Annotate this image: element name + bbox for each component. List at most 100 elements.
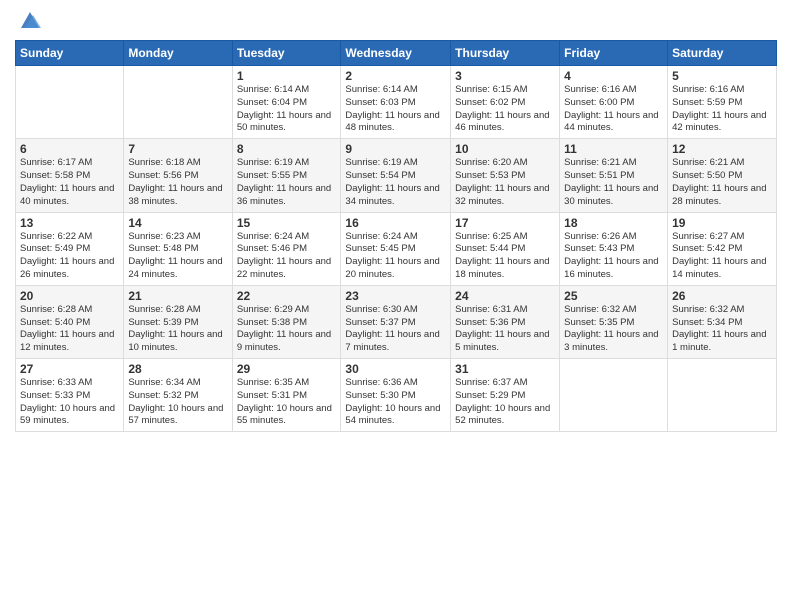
calendar-cell: 19Sunrise: 6:27 AMSunset: 5:42 PMDayligh… xyxy=(668,212,777,285)
day-number: 26 xyxy=(672,289,772,303)
weekday-header-monday: Monday xyxy=(124,41,232,66)
day-number: 14 xyxy=(128,216,227,230)
day-number: 20 xyxy=(20,289,119,303)
day-info: Sunrise: 6:24 AMSunset: 5:45 PMDaylight:… xyxy=(345,231,446,282)
calendar-cell: 28Sunrise: 6:34 AMSunset: 5:32 PMDayligh… xyxy=(124,359,232,432)
calendar-cell: 4Sunrise: 6:16 AMSunset: 6:00 PMDaylight… xyxy=(560,66,668,139)
day-info: Sunrise: 6:24 AMSunset: 5:46 PMDaylight:… xyxy=(237,231,337,282)
day-info: Sunrise: 6:20 AMSunset: 5:53 PMDaylight:… xyxy=(455,157,555,208)
calendar-week-row: 1Sunrise: 6:14 AMSunset: 6:04 PMDaylight… xyxy=(16,66,777,139)
day-number: 25 xyxy=(564,289,663,303)
day-number: 8 xyxy=(237,142,337,156)
calendar-cell: 9Sunrise: 6:19 AMSunset: 5:54 PMDaylight… xyxy=(341,139,451,212)
weekday-header-thursday: Thursday xyxy=(451,41,560,66)
day-number: 11 xyxy=(564,142,663,156)
logo-icon xyxy=(19,10,41,32)
calendar-table: SundayMondayTuesdayWednesdayThursdayFrid… xyxy=(15,40,777,432)
page-container: SundayMondayTuesdayWednesdayThursdayFrid… xyxy=(0,0,792,612)
calendar-cell: 29Sunrise: 6:35 AMSunset: 5:31 PMDayligh… xyxy=(232,359,341,432)
calendar-cell: 11Sunrise: 6:21 AMSunset: 5:51 PMDayligh… xyxy=(560,139,668,212)
day-number: 6 xyxy=(20,142,119,156)
day-number: 5 xyxy=(672,69,772,83)
calendar-cell: 3Sunrise: 6:15 AMSunset: 6:02 PMDaylight… xyxy=(451,66,560,139)
calendar-cell: 6Sunrise: 6:17 AMSunset: 5:58 PMDaylight… xyxy=(16,139,124,212)
calendar-cell xyxy=(560,359,668,432)
calendar-cell xyxy=(668,359,777,432)
day-number: 12 xyxy=(672,142,772,156)
calendar-cell: 13Sunrise: 6:22 AMSunset: 5:49 PMDayligh… xyxy=(16,212,124,285)
calendar-cell: 23Sunrise: 6:30 AMSunset: 5:37 PMDayligh… xyxy=(341,285,451,358)
day-number: 3 xyxy=(455,69,555,83)
calendar-week-row: 20Sunrise: 6:28 AMSunset: 5:40 PMDayligh… xyxy=(16,285,777,358)
calendar-cell: 21Sunrise: 6:28 AMSunset: 5:39 PMDayligh… xyxy=(124,285,232,358)
weekday-header-friday: Friday xyxy=(560,41,668,66)
day-info: Sunrise: 6:27 AMSunset: 5:42 PMDaylight:… xyxy=(672,231,772,282)
day-info: Sunrise: 6:15 AMSunset: 6:02 PMDaylight:… xyxy=(455,84,555,135)
calendar-cell: 30Sunrise: 6:36 AMSunset: 5:30 PMDayligh… xyxy=(341,359,451,432)
day-info: Sunrise: 6:29 AMSunset: 5:38 PMDaylight:… xyxy=(237,304,337,355)
day-number: 10 xyxy=(455,142,555,156)
calendar-cell: 16Sunrise: 6:24 AMSunset: 5:45 PMDayligh… xyxy=(341,212,451,285)
day-number: 31 xyxy=(455,362,555,376)
calendar-week-row: 27Sunrise: 6:33 AMSunset: 5:33 PMDayligh… xyxy=(16,359,777,432)
day-info: Sunrise: 6:28 AMSunset: 5:40 PMDaylight:… xyxy=(20,304,119,355)
calendar-cell: 18Sunrise: 6:26 AMSunset: 5:43 PMDayligh… xyxy=(560,212,668,285)
calendar-cell: 15Sunrise: 6:24 AMSunset: 5:46 PMDayligh… xyxy=(232,212,341,285)
day-info: Sunrise: 6:30 AMSunset: 5:37 PMDaylight:… xyxy=(345,304,446,355)
calendar-cell: 26Sunrise: 6:32 AMSunset: 5:34 PMDayligh… xyxy=(668,285,777,358)
weekday-header-row: SundayMondayTuesdayWednesdayThursdayFrid… xyxy=(16,41,777,66)
day-number: 27 xyxy=(20,362,119,376)
day-number: 18 xyxy=(564,216,663,230)
day-info: Sunrise: 6:19 AMSunset: 5:54 PMDaylight:… xyxy=(345,157,446,208)
day-number: 9 xyxy=(345,142,446,156)
day-info: Sunrise: 6:19 AMSunset: 5:55 PMDaylight:… xyxy=(237,157,337,208)
calendar-cell: 31Sunrise: 6:37 AMSunset: 5:29 PMDayligh… xyxy=(451,359,560,432)
day-number: 1 xyxy=(237,69,337,83)
calendar-cell xyxy=(124,66,232,139)
day-info: Sunrise: 6:16 AMSunset: 5:59 PMDaylight:… xyxy=(672,84,772,135)
day-number: 21 xyxy=(128,289,227,303)
day-info: Sunrise: 6:31 AMSunset: 5:36 PMDaylight:… xyxy=(455,304,555,355)
day-info: Sunrise: 6:34 AMSunset: 5:32 PMDaylight:… xyxy=(128,377,227,428)
day-number: 2 xyxy=(345,69,446,83)
day-number: 17 xyxy=(455,216,555,230)
calendar-cell: 1Sunrise: 6:14 AMSunset: 6:04 PMDaylight… xyxy=(232,66,341,139)
logo-text xyxy=(15,10,41,32)
calendar-cell: 8Sunrise: 6:19 AMSunset: 5:55 PMDaylight… xyxy=(232,139,341,212)
calendar-cell: 22Sunrise: 6:29 AMSunset: 5:38 PMDayligh… xyxy=(232,285,341,358)
calendar-cell: 7Sunrise: 6:18 AMSunset: 5:56 PMDaylight… xyxy=(124,139,232,212)
day-info: Sunrise: 6:37 AMSunset: 5:29 PMDaylight:… xyxy=(455,377,555,428)
day-info: Sunrise: 6:14 AMSunset: 6:04 PMDaylight:… xyxy=(237,84,337,135)
day-info: Sunrise: 6:35 AMSunset: 5:31 PMDaylight:… xyxy=(237,377,337,428)
day-number: 4 xyxy=(564,69,663,83)
day-info: Sunrise: 6:21 AMSunset: 5:50 PMDaylight:… xyxy=(672,157,772,208)
day-number: 7 xyxy=(128,142,227,156)
weekday-header-wednesday: Wednesday xyxy=(341,41,451,66)
calendar-cell: 14Sunrise: 6:23 AMSunset: 5:48 PMDayligh… xyxy=(124,212,232,285)
day-number: 13 xyxy=(20,216,119,230)
day-info: Sunrise: 6:25 AMSunset: 5:44 PMDaylight:… xyxy=(455,231,555,282)
day-number: 16 xyxy=(345,216,446,230)
day-info: Sunrise: 6:21 AMSunset: 5:51 PMDaylight:… xyxy=(564,157,663,208)
day-number: 29 xyxy=(237,362,337,376)
calendar-cell: 25Sunrise: 6:32 AMSunset: 5:35 PMDayligh… xyxy=(560,285,668,358)
calendar-cell: 2Sunrise: 6:14 AMSunset: 6:03 PMDaylight… xyxy=(341,66,451,139)
weekday-header-tuesday: Tuesday xyxy=(232,41,341,66)
day-info: Sunrise: 6:33 AMSunset: 5:33 PMDaylight:… xyxy=(20,377,119,428)
calendar-week-row: 6Sunrise: 6:17 AMSunset: 5:58 PMDaylight… xyxy=(16,139,777,212)
calendar-cell: 10Sunrise: 6:20 AMSunset: 5:53 PMDayligh… xyxy=(451,139,560,212)
day-info: Sunrise: 6:14 AMSunset: 6:03 PMDaylight:… xyxy=(345,84,446,135)
weekday-header-saturday: Saturday xyxy=(668,41,777,66)
logo xyxy=(15,10,41,32)
day-info: Sunrise: 6:36 AMSunset: 5:30 PMDaylight:… xyxy=(345,377,446,428)
day-info: Sunrise: 6:16 AMSunset: 6:00 PMDaylight:… xyxy=(564,84,663,135)
day-info: Sunrise: 6:32 AMSunset: 5:35 PMDaylight:… xyxy=(564,304,663,355)
weekday-header-sunday: Sunday xyxy=(16,41,124,66)
day-info: Sunrise: 6:18 AMSunset: 5:56 PMDaylight:… xyxy=(128,157,227,208)
day-number: 30 xyxy=(345,362,446,376)
day-info: Sunrise: 6:17 AMSunset: 5:58 PMDaylight:… xyxy=(20,157,119,208)
day-number: 23 xyxy=(345,289,446,303)
calendar-cell: 12Sunrise: 6:21 AMSunset: 5:50 PMDayligh… xyxy=(668,139,777,212)
day-number: 24 xyxy=(455,289,555,303)
calendar-cell: 20Sunrise: 6:28 AMSunset: 5:40 PMDayligh… xyxy=(16,285,124,358)
